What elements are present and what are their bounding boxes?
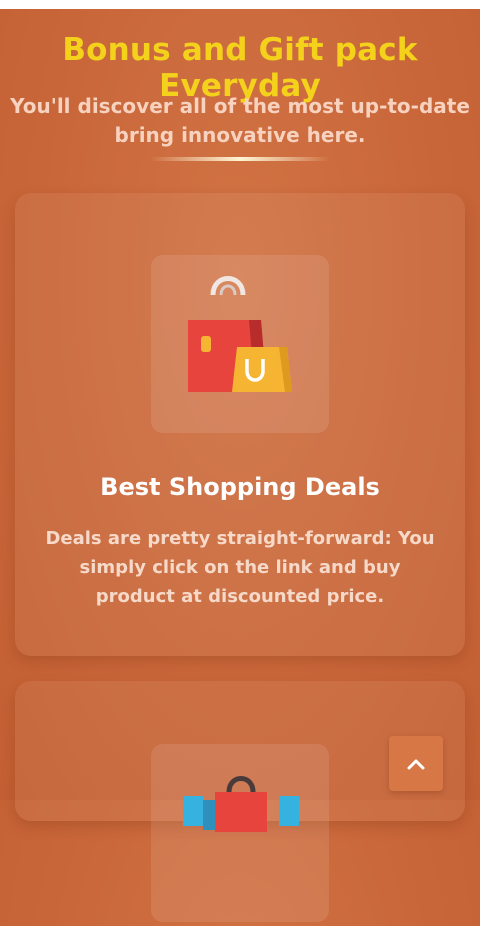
shopping-bag-icon bbox=[183, 776, 299, 832]
shopping-bags-icon bbox=[188, 276, 292, 392]
feature-description: Deals are pretty straight-forward: You s… bbox=[45, 528, 435, 607]
page-subtitle: You'll discover all of the most up-to-da… bbox=[10, 94, 470, 147]
feature-title: Best Shopping Deals bbox=[100, 473, 380, 501]
scroll-to-top-button[interactable] bbox=[389, 736, 443, 791]
title-underline-divider bbox=[150, 157, 330, 161]
feature-icon-box bbox=[151, 255, 329, 433]
feature-card-shopping-deals: Best Shopping Deals Deals are pretty str… bbox=[15, 193, 465, 656]
top-bar bbox=[0, 0, 480, 9]
feature-icon-box bbox=[151, 744, 329, 922]
chevron-up-icon bbox=[407, 759, 425, 770]
